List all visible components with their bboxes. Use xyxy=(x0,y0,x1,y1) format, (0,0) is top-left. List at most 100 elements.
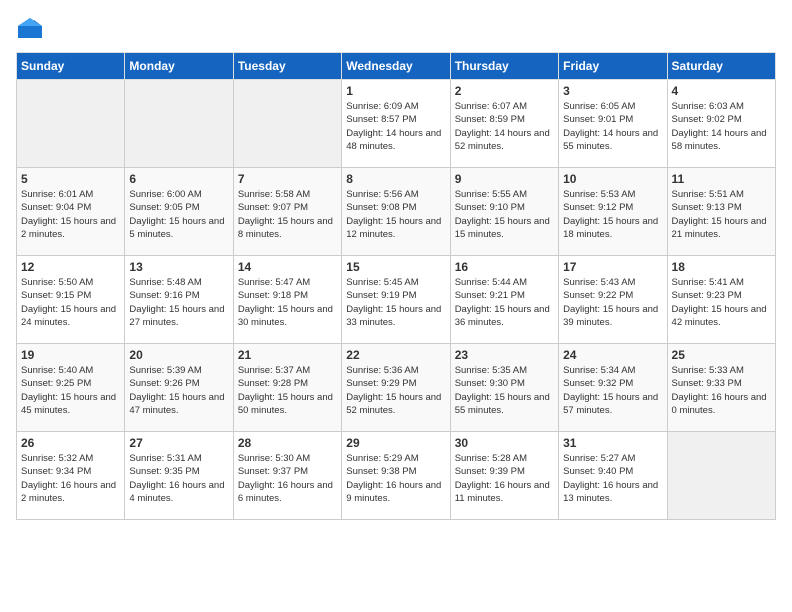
calendar-cell: 20Sunrise: 5:39 AMSunset: 9:26 PMDayligh… xyxy=(125,344,233,432)
calendar-cell: 8 Sunrise: 5:56 AMSunset: 9:08 PMDaylight… xyxy=(342,168,450,256)
calendar-cell: 26Sunrise: 5:32 AMSunset: 9:34 PMDayligh… xyxy=(17,432,125,520)
calendar-week-row: 12 Sunrise: 5:50 AMSunset: 9:15 PMDayligh… xyxy=(17,256,776,344)
calendar-cell: 16 Sunrise: 5:44 AMSunset: 9:21 PMDayligh… xyxy=(450,256,558,344)
day-number: 6 xyxy=(129,172,228,186)
day-info: Sunrise: 6:09 AMSunset: 8:57 PMDaylight:… xyxy=(346,100,445,153)
day-number: 9 xyxy=(455,172,554,186)
day-info: Sunrise: 6:03 AMSunset: 9:02 PMDaylight:… xyxy=(672,100,771,153)
day-info: Sunrise: 5:55 AMSunset: 9:10 PMDaylight:… xyxy=(455,188,554,241)
day-number: 12 xyxy=(21,260,120,274)
day-number: 30 xyxy=(455,436,554,450)
logo-icon xyxy=(16,16,44,44)
day-number: 4 xyxy=(672,84,771,98)
calendar-cell: 28 Sunrise: 5:30 AMSunset: 9:37 PMDayligh… xyxy=(233,432,341,520)
day-number: 1 xyxy=(346,84,445,98)
day-number: 14 xyxy=(238,260,337,274)
day-info: Sunrise: 5:56 AMSunset: 9:08 PMDaylight:… xyxy=(346,188,445,241)
day-number: 8 xyxy=(346,172,445,186)
calendar-cell: 14 Sunrise: 5:47 AMSunset: 9:18 PMDayligh… xyxy=(233,256,341,344)
day-number: 18 xyxy=(672,260,771,274)
day-info: Sunrise: 5:34 AMSunset: 9:32 PMDaylight:… xyxy=(563,364,662,417)
weekday-header-tuesday: Tuesday xyxy=(233,53,341,80)
calendar-week-row: 5 Sunrise: 6:01 AMSunset: 9:04 PMDaylight… xyxy=(17,168,776,256)
calendar-cell: 17 Sunrise: 5:43 AMSunset: 9:22 PMDayligh… xyxy=(559,256,667,344)
day-info: Sunrise: 6:01 AMSunset: 9:04 PMDaylight:… xyxy=(21,188,120,241)
calendar-cell: 4 Sunrise: 6:03 AMSunset: 9:02 PMDaylight… xyxy=(667,80,775,168)
day-number: 13 xyxy=(129,260,228,274)
calendar-cell: 27Sunrise: 5:31 AMSunset: 9:35 PMDayligh… xyxy=(125,432,233,520)
calendar-cell: 15 Sunrise: 5:45 AMSunset: 9:19 PMDayligh… xyxy=(342,256,450,344)
day-number: 29 xyxy=(346,436,445,450)
calendar-cell xyxy=(233,80,341,168)
calendar-week-row: 1 Sunrise: 6:09 AMSunset: 8:57 PMDaylight… xyxy=(17,80,776,168)
day-number: 22 xyxy=(346,348,445,362)
calendar-cell: 7Sunrise: 5:58 AMSunset: 9:07 PMDaylight… xyxy=(233,168,341,256)
calendar-cell: 19 Sunrise: 5:40 AMSunset: 9:25 PMDayligh… xyxy=(17,344,125,432)
day-info: Sunrise: 6:05 AMSunset: 9:01 PMDaylight:… xyxy=(563,100,662,153)
day-number: 2 xyxy=(455,84,554,98)
calendar-cell: 24 Sunrise: 5:34 AMSunset: 9:32 PMDayligh… xyxy=(559,344,667,432)
day-number: 24 xyxy=(563,348,662,362)
calendar-cell: 22 Sunrise: 5:36 AMSunset: 9:29 PMDayligh… xyxy=(342,344,450,432)
day-number: 15 xyxy=(346,260,445,274)
day-number: 19 xyxy=(21,348,120,362)
calendar-cell xyxy=(125,80,233,168)
weekday-header-saturday: Saturday xyxy=(667,53,775,80)
calendar-cell: 10 Sunrise: 5:53 AMSunset: 9:12 PMDayligh… xyxy=(559,168,667,256)
day-number: 10 xyxy=(563,172,662,186)
calendar-cell: 31Sunrise: 5:27 AMSunset: 9:40 PMDayligh… xyxy=(559,432,667,520)
day-info: Sunrise: 5:51 AMSunset: 9:13 PMDaylight:… xyxy=(672,188,771,241)
day-number: 31 xyxy=(563,436,662,450)
calendar-cell: 30Sunrise: 5:28 AMSunset: 9:39 PMDayligh… xyxy=(450,432,558,520)
day-number: 16 xyxy=(455,260,554,274)
day-info: Sunrise: 5:29 AMSunset: 9:38 PMDaylight:… xyxy=(346,452,445,505)
calendar-week-row: 19 Sunrise: 5:40 AMSunset: 9:25 PMDayligh… xyxy=(17,344,776,432)
day-info: Sunrise: 5:47 AMSunset: 9:18 PMDaylight:… xyxy=(238,276,337,329)
day-number: 27 xyxy=(129,436,228,450)
day-info: Sunrise: 5:50 AMSunset: 9:15 PMDaylight:… xyxy=(21,276,120,329)
weekday-header-thursday: Thursday xyxy=(450,53,558,80)
calendar-cell: 5 Sunrise: 6:01 AMSunset: 9:04 PMDaylight… xyxy=(17,168,125,256)
day-info: Sunrise: 5:33 AMSunset: 9:33 PMDaylight:… xyxy=(672,364,771,417)
day-number: 28 xyxy=(238,436,337,450)
day-info: Sunrise: 5:30 AMSunset: 9:37 PMDaylight:… xyxy=(238,452,337,505)
logo xyxy=(16,16,48,44)
calendar-cell: 25 Sunrise: 5:33 AMSunset: 9:33 PMDayligh… xyxy=(667,344,775,432)
day-number: 26 xyxy=(21,436,120,450)
calendar-cell: 21 Sunrise: 5:37 AMSunset: 9:28 PMDayligh… xyxy=(233,344,341,432)
day-number: 21 xyxy=(238,348,337,362)
calendar-cell: 23 Sunrise: 5:35 AMSunset: 9:30 PMDayligh… xyxy=(450,344,558,432)
day-number: 5 xyxy=(21,172,120,186)
day-info: Sunrise: 6:07 AMSunset: 8:59 PMDaylight:… xyxy=(455,100,554,153)
calendar-cell: 9 Sunrise: 5:55 AMSunset: 9:10 PMDaylight… xyxy=(450,168,558,256)
calendar-week-row: 26Sunrise: 5:32 AMSunset: 9:34 PMDayligh… xyxy=(17,432,776,520)
day-number: 25 xyxy=(672,348,771,362)
weekday-header-wednesday: Wednesday xyxy=(342,53,450,80)
day-number: 20 xyxy=(129,348,228,362)
day-number: 3 xyxy=(563,84,662,98)
calendar-cell: 29 Sunrise: 5:29 AMSunset: 9:38 PMDayligh… xyxy=(342,432,450,520)
day-info: Sunrise: 6:00 AMSunset: 9:05 PMDaylight:… xyxy=(129,188,228,241)
day-info: Sunrise: 5:45 AMSunset: 9:19 PMDaylight:… xyxy=(346,276,445,329)
calendar-cell: 18Sunrise: 5:41 AMSunset: 9:23 PMDayligh… xyxy=(667,256,775,344)
calendar-cell: 11 Sunrise: 5:51 AMSunset: 9:13 PMDayligh… xyxy=(667,168,775,256)
calendar-cell: 2 Sunrise: 6:07 AMSunset: 8:59 PMDaylight… xyxy=(450,80,558,168)
day-info: Sunrise: 5:35 AMSunset: 9:30 PMDaylight:… xyxy=(455,364,554,417)
weekday-header-monday: Monday xyxy=(125,53,233,80)
day-info: Sunrise: 5:43 AMSunset: 9:22 PMDaylight:… xyxy=(563,276,662,329)
page-header xyxy=(16,16,776,44)
day-info: Sunrise: 5:40 AMSunset: 9:25 PMDaylight:… xyxy=(21,364,120,417)
day-info: Sunrise: 5:36 AMSunset: 9:29 PMDaylight:… xyxy=(346,364,445,417)
calendar-cell xyxy=(17,80,125,168)
day-info: Sunrise: 5:44 AMSunset: 9:21 PMDaylight:… xyxy=(455,276,554,329)
weekday-header-row: SundayMondayTuesdayWednesdayThursdayFrid… xyxy=(17,53,776,80)
day-info: Sunrise: 5:58 AMSunset: 9:07 PMDaylight:… xyxy=(238,188,337,241)
day-number: 23 xyxy=(455,348,554,362)
weekday-header-friday: Friday xyxy=(559,53,667,80)
calendar-cell: 6 Sunrise: 6:00 AMSunset: 9:05 PMDaylight… xyxy=(125,168,233,256)
day-number: 17 xyxy=(563,260,662,274)
day-info: Sunrise: 5:37 AMSunset: 9:28 PMDaylight:… xyxy=(238,364,337,417)
calendar-cell: 12 Sunrise: 5:50 AMSunset: 9:15 PMDayligh… xyxy=(17,256,125,344)
day-number: 11 xyxy=(672,172,771,186)
day-info: Sunrise: 5:53 AMSunset: 9:12 PMDaylight:… xyxy=(563,188,662,241)
